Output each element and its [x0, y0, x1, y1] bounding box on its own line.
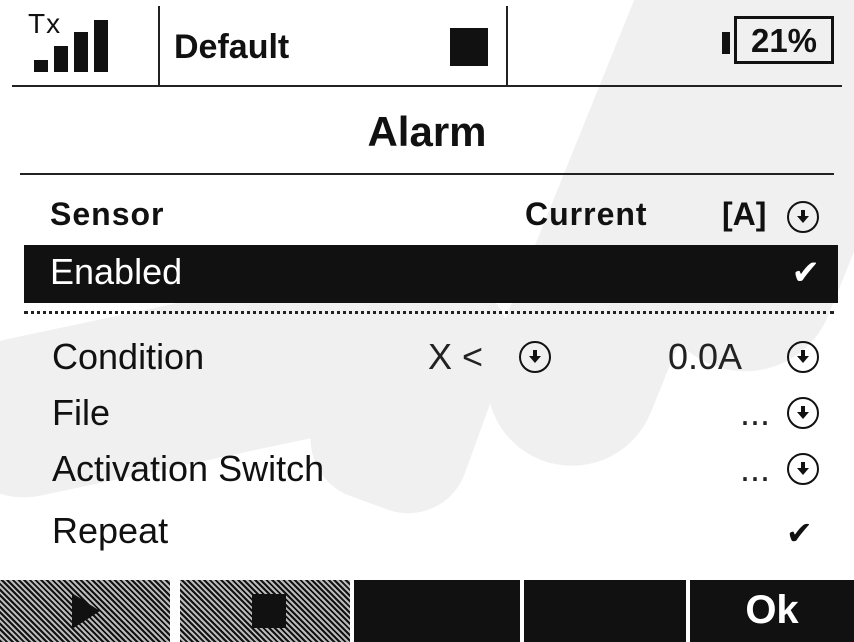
value-dropdown-icon[interactable]: [787, 341, 819, 373]
stop-button[interactable]: [180, 580, 350, 642]
play-icon: [72, 593, 100, 629]
enabled-label: Enabled: [50, 251, 183, 292]
divider: [158, 6, 160, 85]
condition-operator[interactable]: X <: [428, 336, 483, 378]
ok-label: Ok: [745, 588, 799, 632]
divider: [12, 85, 842, 87]
file-value[interactable]: ...: [740, 392, 770, 434]
page-title: Alarm: [367, 108, 487, 155]
operator-dropdown-icon[interactable]: [519, 341, 551, 373]
function-key-bar: Ok: [0, 580, 854, 642]
repeat-label: Repeat: [52, 510, 169, 551]
divider: [506, 6, 508, 85]
battery-percent: 21%: [750, 22, 818, 59]
activation-switch-label: Activation Switch: [52, 448, 325, 489]
status-bar: Tx Default 21%: [0, 0, 854, 87]
dotted-divider: [24, 311, 834, 314]
sensor-dropdown-icon[interactable]: [787, 201, 819, 233]
condition-value[interactable]: 0.0A: [668, 336, 742, 378]
stop-indicator-icon: [450, 28, 488, 66]
tx-label: Tx: [28, 8, 62, 39]
sensor-label: Sensor: [50, 196, 165, 232]
activation-switch-value[interactable]: ...: [740, 448, 770, 490]
condition-label: Condition: [52, 336, 205, 377]
repeat-checkmark-icon[interactable]: ✔: [786, 514, 813, 552]
function-key-3[interactable]: [354, 580, 520, 642]
function-key-4[interactable]: [524, 580, 686, 642]
divider: [20, 173, 834, 175]
switch-dropdown-icon[interactable]: [787, 453, 819, 485]
file-dropdown-icon[interactable]: [787, 397, 819, 429]
sensor-value[interactable]: Current: [525, 196, 648, 233]
battery-icon: 21%: [722, 16, 840, 68]
enabled-checkmark-icon[interactable]: ✔: [792, 253, 821, 293]
ok-button[interactable]: Ok: [690, 580, 854, 642]
file-label: File: [52, 392, 111, 433]
stop-icon: [252, 594, 286, 628]
enabled-row[interactable]: Enabled ✔: [24, 245, 838, 303]
sensor-unit: [A]: [722, 196, 767, 232]
play-button[interactable]: [0, 580, 170, 642]
profile-name[interactable]: Default: [174, 28, 289, 67]
